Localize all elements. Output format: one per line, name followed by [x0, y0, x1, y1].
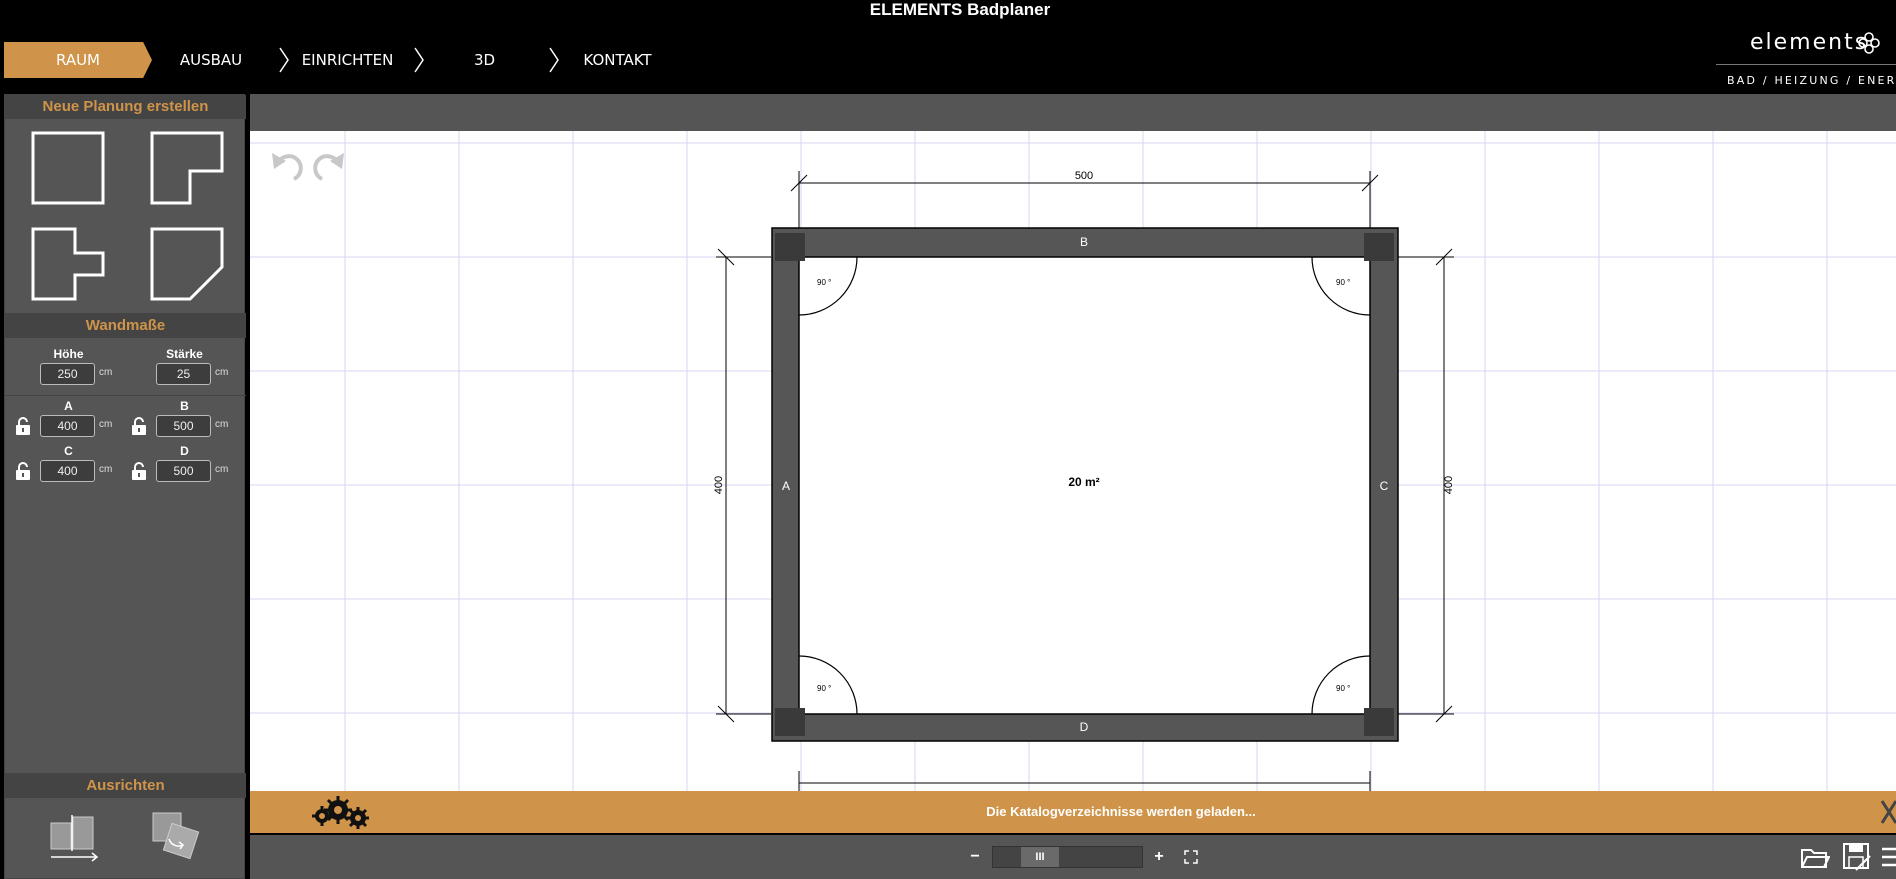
zoom-out-button[interactable]: −	[966, 846, 984, 868]
lock-open-icon[interactable]	[130, 461, 148, 481]
nav-chevron-icon	[279, 47, 289, 73]
sidebar-divider	[5, 395, 246, 396]
zoom-slider[interactable]: III	[992, 846, 1143, 868]
wall-c-input[interactable]: 400	[40, 460, 95, 482]
fullscreen-icon[interactable]	[1184, 850, 1198, 864]
lock-open-icon[interactable]	[14, 416, 32, 436]
brand-divider	[1716, 64, 1896, 65]
loading-status-bar: Die Katalogverzeichnisse werden geladen.…	[250, 791, 1896, 833]
wall-d-tag[interactable]: D	[1080, 720, 1089, 734]
wall-d-label: D	[180, 444, 189, 458]
main-nav: RAUM AUSBAU EINRICHTEN 3D KONTAKT	[0, 42, 700, 78]
dimension-top-label: 500	[1075, 170, 1093, 182]
align-walls-icon[interactable]	[45, 813, 105, 863]
nav-tab-ausbau[interactable]: AUSBAU	[170, 42, 252, 78]
wall-a-tag[interactable]: A	[782, 479, 790, 493]
rotate-plan-icon[interactable]	[147, 809, 205, 863]
room-area-label: 20 m²	[1068, 475, 1099, 489]
redo-icon[interactable]	[313, 153, 344, 181]
wall-dimensions-heading: Wandmaße	[5, 314, 246, 338]
floorplan-drawing: 500 400 400 B D A C 90 ° 90 ° 90 ° 90 ° …	[250, 131, 1896, 791]
height-label: Höhe	[53, 347, 84, 361]
app-title: ELEMENTS Badplaner	[869, 0, 1051, 19]
angled-corner-room-icon[interactable]	[148, 225, 226, 303]
sidebar-panel: Neue Planung erstellen Wandmaße Höhe 250…	[4, 94, 246, 879]
bottom-toolbar: − III +	[250, 835, 1896, 879]
menu-icon[interactable]	[1882, 846, 1896, 868]
unit-label: cm	[99, 419, 113, 430]
angle-label: 90 °	[817, 684, 831, 693]
unit-label: cm	[215, 367, 229, 378]
nav-tab-3d[interactable]: 3D	[462, 42, 507, 78]
lock-open-icon[interactable]	[14, 461, 32, 481]
thickness-label: Stärke	[166, 347, 203, 361]
unit-label: cm	[215, 419, 229, 430]
dimension-left-label: 400	[713, 476, 725, 494]
nav-tab-kontakt[interactable]: KONTAKT	[580, 42, 655, 78]
new-plan-heading: Neue Planung erstellen	[5, 95, 246, 119]
brand-mark-icon	[1858, 32, 1880, 54]
rectangle-room-icon[interactable]	[29, 129, 107, 207]
zoom-in-button[interactable]: +	[1150, 846, 1168, 868]
nav-tab-einrichten[interactable]: EINRICHTEN	[295, 42, 400, 78]
angle-label: 90 °	[817, 278, 831, 287]
wall-b-label: B	[180, 399, 189, 413]
height-input[interactable]: 250	[40, 363, 95, 385]
unit-label: cm	[99, 464, 113, 475]
t-shape-room-icon[interactable]	[29, 225, 107, 303]
wall-b-tag[interactable]: B	[1080, 235, 1088, 249]
brand-name: elements	[1750, 30, 1869, 55]
brand-logo[interactable]: elements BAD / HEIZUNG / ENERGIE	[1716, 26, 1896, 90]
wall-a-label: A	[64, 399, 73, 413]
l-shape-room-icon[interactable]	[148, 129, 226, 207]
align-heading: Ausrichten	[5, 774, 246, 798]
nav-chevron-icon	[549, 47, 559, 73]
nav-tab-raum[interactable]: RAUM	[4, 42, 152, 78]
save-icon[interactable]	[1842, 842, 1872, 872]
angle-label: 90 °	[1336, 278, 1350, 287]
open-folder-icon[interactable]	[1800, 844, 1830, 870]
nav-chevron-icon	[414, 47, 424, 73]
brand-tagline: BAD / HEIZUNG / ENERGIE	[1727, 74, 1896, 87]
angle-label: 90 °	[1336, 684, 1350, 693]
wall-b-input[interactable]: 500	[156, 415, 211, 437]
undo-icon[interactable]	[272, 153, 303, 181]
canvas-toolbar	[250, 94, 1896, 131]
wall-d-input[interactable]: 500	[156, 460, 211, 482]
wall-c-label: C	[64, 444, 73, 458]
unit-label: cm	[215, 464, 229, 475]
lock-open-icon[interactable]	[130, 416, 148, 436]
wall-a-input[interactable]: 400	[40, 415, 95, 437]
unit-label: cm	[99, 367, 113, 378]
wall-c-tag[interactable]: C	[1380, 479, 1389, 493]
dimension-right-label: 400	[1443, 476, 1455, 494]
zoom-slider-handle[interactable]: III	[1021, 847, 1059, 867]
app-root: ELEMENTS Badplaner RAUM AUSBAU EINRICHTE…	[0, 0, 1896, 879]
thickness-input[interactable]: 25	[156, 363, 211, 385]
floorplan-canvas[interactable]: 500 400 400 B D A C 90 ° 90 ° 90 ° 90 ° …	[250, 131, 1896, 791]
close-icon[interactable]	[1880, 799, 1896, 825]
loading-message: Die Katalogverzeichnisse werden geladen.…	[986, 804, 1256, 819]
